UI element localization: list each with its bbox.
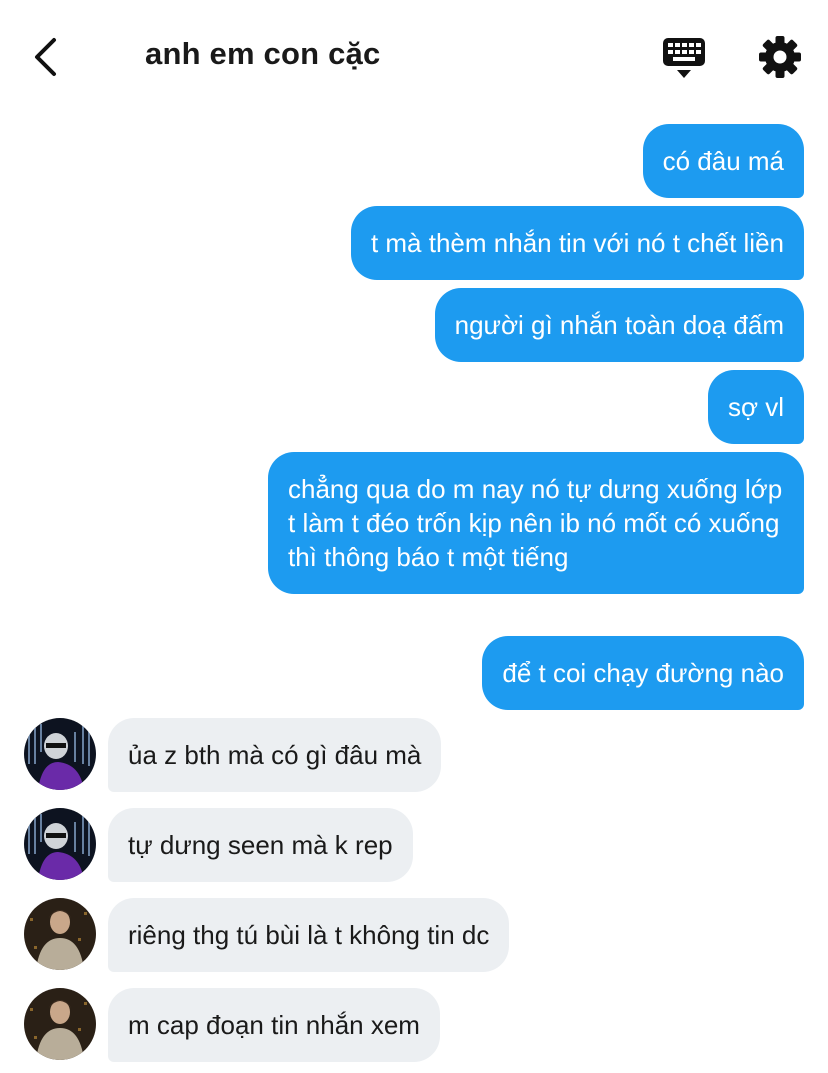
message-bubble-incoming[interactable]: riêng thg tú bùi là t không tin dc: [108, 898, 510, 972]
message-bubble-outgoing[interactable]: có đâu má: [642, 124, 804, 198]
avatar[interactable]: [24, 808, 96, 880]
message-bubble-outgoing[interactable]: người gì nhắn toàn doạ đấm: [434, 288, 804, 362]
chat-title: anh em con cặc: [145, 36, 381, 71]
settings-button[interactable]: [758, 35, 802, 79]
message-bubble-outgoing[interactable]: t mà thèm nhắn tin với nó t chết liền: [350, 206, 804, 280]
avatar[interactable]: [24, 898, 96, 970]
keyboard-icon: [663, 38, 705, 78]
avatar[interactable]: [24, 718, 96, 790]
back-button[interactable]: [28, 34, 64, 80]
message-bubble-outgoing[interactable]: chẳng qua do m nay nó tự dưng xuống lớp …: [268, 452, 804, 594]
message-bubble-outgoing[interactable]: sợ vl: [707, 370, 804, 444]
gear-icon: [759, 36, 801, 78]
chevron-left-icon: [35, 38, 56, 76]
message-bubble-incoming[interactable]: m cap đoạn tin nhắn xem: [108, 988, 440, 1062]
keyboard-button[interactable]: [660, 36, 708, 82]
message-bubble-incoming[interactable]: ủa z bth mà có gì đâu mà: [108, 718, 442, 792]
message-bubble-outgoing[interactable]: để t coi chạy đường nào: [482, 636, 804, 710]
message-bubble-incoming[interactable]: tự dưng seen mà k rep: [108, 808, 413, 882]
avatar[interactable]: [24, 988, 96, 1060]
chat-header: anh em con cặc: [0, 0, 828, 110]
